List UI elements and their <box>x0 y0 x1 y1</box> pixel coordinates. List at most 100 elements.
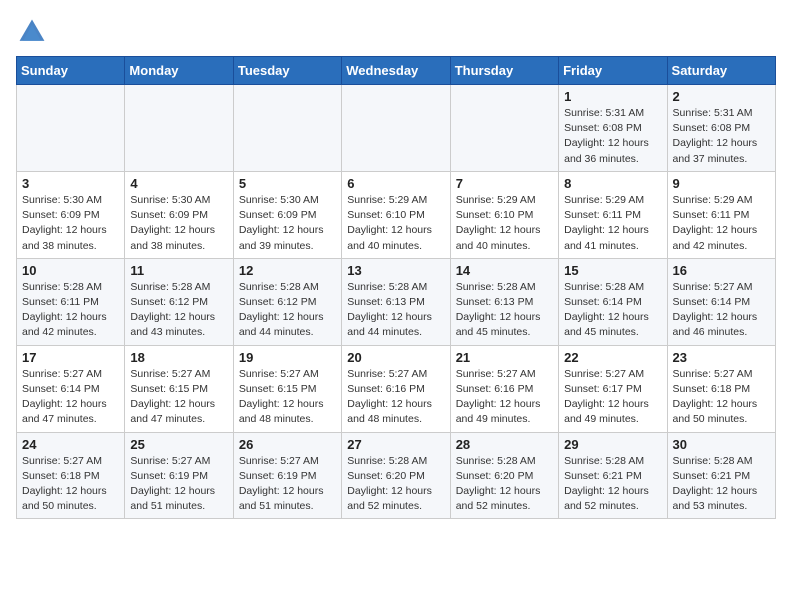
day-info: Sunrise: 5:29 AM Sunset: 6:11 PM Dayligh… <box>673 193 770 254</box>
calendar-cell: 8 Sunrise: 5:29 AM Sunset: 6:11 PM Daylig… <box>559 171 667 258</box>
day-number: 28 <box>456 437 553 452</box>
day-number: 10 <box>22 263 119 278</box>
day-number: 17 <box>22 350 119 365</box>
calendar-cell: 9 Sunrise: 5:29 AM Sunset: 6:11 PM Daylig… <box>667 171 775 258</box>
day-number: 23 <box>673 350 770 365</box>
page-header <box>16 16 776 48</box>
calendar-week-row: 1 Sunrise: 5:31 AM Sunset: 6:08 PM Daylig… <box>17 85 776 172</box>
calendar-cell: 28Sunrise: 5:28 AM Sunset: 6:20 PM Dayli… <box>450 432 558 519</box>
calendar-cell <box>125 85 233 172</box>
calendar-cell: 20Sunrise: 5:27 AM Sunset: 6:16 PM Dayli… <box>342 345 450 432</box>
calendar-cell: 30 Sunrise: 5:28 AM Sunset: 6:21 PM Dayli… <box>667 432 775 519</box>
calendar-header-row: SundayMondayTuesdayWednesdayThursdayFrid… <box>17 57 776 85</box>
day-number: 26 <box>239 437 336 452</box>
day-info: Sunrise: 5:30 AM Sunset: 6:09 PM Dayligh… <box>239 193 336 254</box>
calendar-body: 1 Sunrise: 5:31 AM Sunset: 6:08 PM Daylig… <box>17 85 776 519</box>
day-number: 3 <box>22 176 119 191</box>
day-info: Sunrise: 5:27 AM Sunset: 6:14 PM Dayligh… <box>22 367 119 428</box>
day-info: Sunrise: 5:27 AM Sunset: 6:16 PM Dayligh… <box>456 367 553 428</box>
calendar-cell: 4 Sunrise: 5:30 AM Sunset: 6:09 PM Daylig… <box>125 171 233 258</box>
weekday-header: Wednesday <box>342 57 450 85</box>
day-info: Sunrise: 5:27 AM Sunset: 6:15 PM Dayligh… <box>239 367 336 428</box>
day-number: 19 <box>239 350 336 365</box>
calendar-cell: 21 Sunrise: 5:27 AM Sunset: 6:16 PM Dayli… <box>450 345 558 432</box>
calendar-cell: 7 Sunrise: 5:29 AM Sunset: 6:10 PM Daylig… <box>450 171 558 258</box>
day-info: Sunrise: 5:30 AM Sunset: 6:09 PM Dayligh… <box>130 193 227 254</box>
calendar-cell: 15 Sunrise: 5:28 AM Sunset: 6:14 PM Dayli… <box>559 258 667 345</box>
day-number: 29 <box>564 437 661 452</box>
calendar-cell: 11 Sunrise: 5:28 AM Sunset: 6:12 PM Dayli… <box>125 258 233 345</box>
calendar-cell: 6 Sunrise: 5:29 AM Sunset: 6:10 PM Daylig… <box>342 171 450 258</box>
day-info: Sunrise: 5:27 AM Sunset: 6:19 PM Dayligh… <box>239 454 336 515</box>
day-info: Sunrise: 5:29 AM Sunset: 6:10 PM Dayligh… <box>456 193 553 254</box>
calendar-cell: 13 Sunrise: 5:28 AM Sunset: 6:13 PM Dayli… <box>342 258 450 345</box>
calendar-cell: 22Sunrise: 5:27 AM Sunset: 6:17 PM Dayli… <box>559 345 667 432</box>
day-info: Sunrise: 5:27 AM Sunset: 6:18 PM Dayligh… <box>22 454 119 515</box>
day-info: Sunrise: 5:28 AM Sunset: 6:13 PM Dayligh… <box>456 280 553 341</box>
calendar-cell: 2 Sunrise: 5:31 AM Sunset: 6:08 PM Daylig… <box>667 85 775 172</box>
day-info: Sunrise: 5:27 AM Sunset: 6:19 PM Dayligh… <box>130 454 227 515</box>
day-number: 21 <box>456 350 553 365</box>
day-info: Sunrise: 5:28 AM Sunset: 6:21 PM Dayligh… <box>564 454 661 515</box>
day-info: Sunrise: 5:27 AM Sunset: 6:14 PM Dayligh… <box>673 280 770 341</box>
logo-icon <box>16 16 48 48</box>
calendar-week-row: 10Sunrise: 5:28 AM Sunset: 6:11 PM Dayli… <box>17 258 776 345</box>
calendar-cell <box>450 85 558 172</box>
calendar-cell: 23 Sunrise: 5:27 AM Sunset: 6:18 PM Dayli… <box>667 345 775 432</box>
calendar-cell: 1 Sunrise: 5:31 AM Sunset: 6:08 PM Daylig… <box>559 85 667 172</box>
calendar-cell <box>342 85 450 172</box>
day-info: Sunrise: 5:28 AM Sunset: 6:14 PM Dayligh… <box>564 280 661 341</box>
day-info: Sunrise: 5:28 AM Sunset: 6:20 PM Dayligh… <box>347 454 444 515</box>
calendar-cell: 10Sunrise: 5:28 AM Sunset: 6:11 PM Dayli… <box>17 258 125 345</box>
day-number: 1 <box>564 89 661 104</box>
day-number: 16 <box>673 263 770 278</box>
calendar-cell: 3Sunrise: 5:30 AM Sunset: 6:09 PM Daylig… <box>17 171 125 258</box>
calendar-cell: 16 Sunrise: 5:27 AM Sunset: 6:14 PM Dayli… <box>667 258 775 345</box>
day-number: 8 <box>564 176 661 191</box>
weekday-header: Tuesday <box>233 57 341 85</box>
day-info: Sunrise: 5:28 AM Sunset: 6:21 PM Dayligh… <box>673 454 770 515</box>
calendar-cell: 18 Sunrise: 5:27 AM Sunset: 6:15 PM Dayli… <box>125 345 233 432</box>
weekday-header: Sunday <box>17 57 125 85</box>
weekday-header: Monday <box>125 57 233 85</box>
day-info: Sunrise: 5:27 AM Sunset: 6:15 PM Dayligh… <box>130 367 227 428</box>
calendar-cell: 26 Sunrise: 5:27 AM Sunset: 6:19 PM Dayli… <box>233 432 341 519</box>
day-info: Sunrise: 5:27 AM Sunset: 6:18 PM Dayligh… <box>673 367 770 428</box>
day-info: Sunrise: 5:31 AM Sunset: 6:08 PM Dayligh… <box>564 106 661 167</box>
day-number: 30 <box>673 437 770 452</box>
calendar-cell: 19 Sunrise: 5:27 AM Sunset: 6:15 PM Dayli… <box>233 345 341 432</box>
day-number: 18 <box>130 350 227 365</box>
day-number: 27 <box>347 437 444 452</box>
calendar-cell: 24Sunrise: 5:27 AM Sunset: 6:18 PM Dayli… <box>17 432 125 519</box>
weekday-header: Thursday <box>450 57 558 85</box>
day-number: 14 <box>456 263 553 278</box>
day-number: 7 <box>456 176 553 191</box>
day-number: 9 <box>673 176 770 191</box>
weekday-header: Friday <box>559 57 667 85</box>
calendar-cell: 5Sunrise: 5:30 AM Sunset: 6:09 PM Daylig… <box>233 171 341 258</box>
weekday-header: Saturday <box>667 57 775 85</box>
logo <box>16 16 52 48</box>
day-number: 4 <box>130 176 227 191</box>
calendar-cell <box>17 85 125 172</box>
day-info: Sunrise: 5:28 AM Sunset: 6:13 PM Dayligh… <box>347 280 444 341</box>
day-info: Sunrise: 5:29 AM Sunset: 6:11 PM Dayligh… <box>564 193 661 254</box>
calendar-cell <box>233 85 341 172</box>
calendar-week-row: 24Sunrise: 5:27 AM Sunset: 6:18 PM Dayli… <box>17 432 776 519</box>
day-number: 12 <box>239 263 336 278</box>
day-number: 2 <box>673 89 770 104</box>
day-number: 13 <box>347 263 444 278</box>
day-info: Sunrise: 5:29 AM Sunset: 6:10 PM Dayligh… <box>347 193 444 254</box>
calendar-cell: 14 Sunrise: 5:28 AM Sunset: 6:13 PM Dayli… <box>450 258 558 345</box>
day-number: 6 <box>347 176 444 191</box>
day-number: 11 <box>130 263 227 278</box>
day-info: Sunrise: 5:28 AM Sunset: 6:12 PM Dayligh… <box>130 280 227 341</box>
calendar-cell: 25Sunrise: 5:27 AM Sunset: 6:19 PM Dayli… <box>125 432 233 519</box>
calendar-table: SundayMondayTuesdayWednesdayThursdayFrid… <box>16 56 776 519</box>
day-info: Sunrise: 5:28 AM Sunset: 6:12 PM Dayligh… <box>239 280 336 341</box>
calendar-week-row: 17 Sunrise: 5:27 AM Sunset: 6:14 PM Dayli… <box>17 345 776 432</box>
calendar-cell: 29 Sunrise: 5:28 AM Sunset: 6:21 PM Dayli… <box>559 432 667 519</box>
calendar-cell: 12 Sunrise: 5:28 AM Sunset: 6:12 PM Dayli… <box>233 258 341 345</box>
day-info: Sunrise: 5:31 AM Sunset: 6:08 PM Dayligh… <box>673 106 770 167</box>
day-number: 15 <box>564 263 661 278</box>
